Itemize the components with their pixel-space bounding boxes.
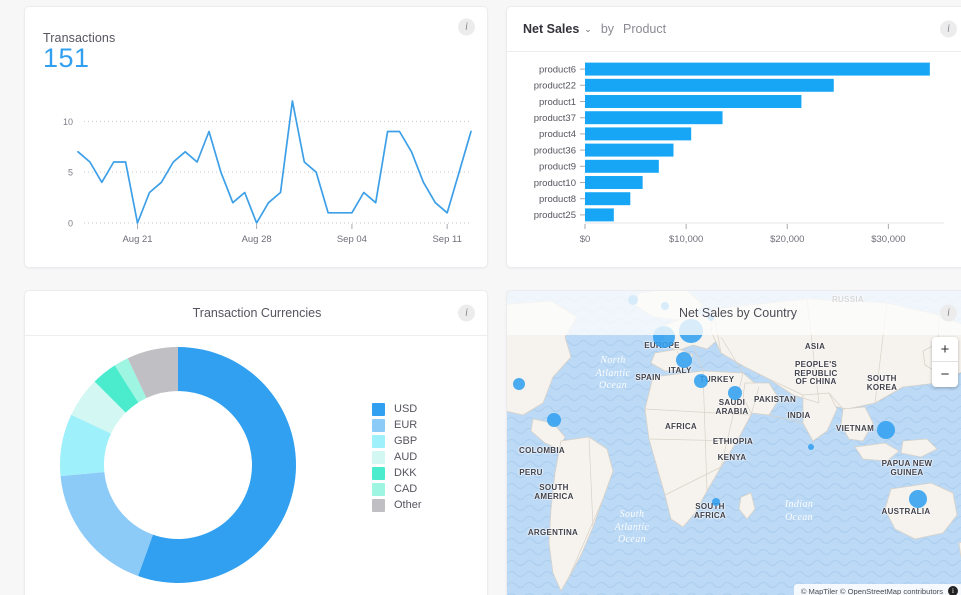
legend-label: Other <box>394 499 422 511</box>
legend-item[interactable]: USD <box>372 401 422 417</box>
map-data-bubble[interactable] <box>909 490 927 508</box>
legend-item[interactable]: Other <box>372 497 422 513</box>
svg-text:product8: product8 <box>539 194 576 205</box>
bar-row[interactable]: product4 <box>539 127 692 141</box>
net-sales-card-header: Net Sales ⌄ by Product i <box>507 7 961 52</box>
bar-chart-svg: $0 $10,000 $20,000 $30,000 product6 product22… <box>534 62 944 245</box>
legend-item[interactable]: DKK <box>372 465 422 481</box>
map-data-bubble[interactable] <box>808 444 814 450</box>
legend-color-swatch <box>372 418 385 432</box>
info-icon[interactable]: i <box>458 18 475 36</box>
world-map-svg[interactable] <box>507 291 961 595</box>
svg-text:product9: product9 <box>539 162 576 173</box>
map-data-bubble[interactable] <box>513 378 525 390</box>
legend-item[interactable]: EUR <box>372 417 422 433</box>
legend-label: EUR <box>394 419 418 431</box>
svg-text:5: 5 <box>68 168 73 178</box>
svg-text:0: 0 <box>68 219 73 229</box>
map-title: Net Sales by Country <box>678 306 798 320</box>
info-icon[interactable]: i <box>948 586 958 595</box>
legend-color-swatch <box>372 498 385 512</box>
map-data-bubble[interactable] <box>547 413 561 427</box>
svg-text:product10: product10 <box>534 178 576 189</box>
svg-text:Aug 21: Aug 21 <box>122 234 152 245</box>
dimension-selector-label[interactable]: Product <box>623 22 666 36</box>
by-label: by <box>600 22 615 36</box>
map-data-bubble[interactable] <box>694 374 708 388</box>
svg-text:product22: product22 <box>534 81 576 92</box>
transaction-currencies-card: Transaction Currencies i USD EUR GBP AUD DKK… <box>24 290 488 595</box>
transactions-card: Transactions i 151 0 5 10 Aug 21 Aug 28 Sep 0… <box>24 6 488 268</box>
legend-color-swatch <box>372 402 385 416</box>
transactions-value: 151 <box>43 43 90 73</box>
legend-item[interactable]: CAD <box>372 481 422 497</box>
legend-item[interactable]: GBP <box>372 433 422 449</box>
map-attribution[interactable]: © MapTiler © OpenStreetMap contributors … <box>793 584 961 595</box>
zoom-in-button[interactable]: + <box>932 337 958 362</box>
info-icon[interactable]: i <box>940 20 957 38</box>
legend-label: DKK <box>394 467 417 479</box>
bar-row[interactable]: product9 <box>539 159 659 173</box>
legend-color-swatch <box>372 466 385 480</box>
bar-row[interactable]: product8 <box>539 192 631 206</box>
legend-item[interactable]: AUD <box>372 449 422 465</box>
bar-row[interactable]: product6 <box>539 62 930 76</box>
bar-row[interactable]: product1 <box>539 95 802 108</box>
legend-color-swatch <box>372 434 385 448</box>
svg-text:Sep 11: Sep 11 <box>432 234 461 245</box>
info-icon[interactable]: i <box>940 304 957 322</box>
transactions-card-header: Transactions i <box>25 7 487 47</box>
donut-chart-svg <box>60 347 296 583</box>
svg-text:product1: product1 <box>539 97 576 108</box>
zoom-out-button[interactable]: − <box>932 362 958 387</box>
map-data-bubble[interactable] <box>676 352 692 368</box>
info-icon[interactable]: i <box>458 304 475 322</box>
legend-label: USD <box>394 403 418 415</box>
net-sales-country-map-card[interactable]: RUSSIAEUROPEASIAITALYSPAINTURKEYPEOPLE'S… <box>506 290 961 595</box>
bar-row[interactable]: product10 <box>534 176 643 189</box>
map-zoom-controls[interactable]: + − <box>932 337 958 387</box>
legend-label: CAD <box>394 483 418 495</box>
legend-color-swatch <box>372 450 385 464</box>
svg-text:product37: product37 <box>534 113 576 124</box>
svg-text:product25: product25 <box>534 210 576 221</box>
svg-text:product36: product36 <box>534 145 576 156</box>
net-sales-product-card: Net Sales ⌄ by Product i $0 $10,000 $20,00… <box>506 6 961 268</box>
metric-selector-label[interactable]: Net Sales <box>523 22 579 36</box>
svg-text:$0: $0 <box>580 234 591 245</box>
svg-text:Sep 04: Sep 04 <box>337 234 367 245</box>
dashboard-grid: Transactions i 151 0 5 10 Aug 21 Aug 28 Sep 0… <box>0 0 961 595</box>
svg-text:$20,000: $20,000 <box>770 234 804 245</box>
currencies-title: Transaction Currencies <box>192 306 322 320</box>
bar-row[interactable]: product37 <box>534 111 723 125</box>
chevron-down-icon[interactable]: ⌄ <box>584 24 592 35</box>
bar-row[interactable]: product25 <box>534 208 614 222</box>
svg-text:product6: product6 <box>539 64 576 75</box>
map-card-header: Net Sales by Country i <box>507 291 961 335</box>
attribution-text: © MapTiler © OpenStreetMap contributors <box>800 586 943 595</box>
legend-label: AUD <box>394 451 418 463</box>
svg-text:$10,000: $10,000 <box>669 234 703 245</box>
donut-legend: USD EUR GBP AUD DKK CAD Other <box>372 401 422 513</box>
svg-text:product4: product4 <box>539 129 576 140</box>
map-data-bubble[interactable] <box>877 421 895 439</box>
svg-text:10: 10 <box>63 117 73 127</box>
net-sales-bar-chart: $0 $10,000 $20,000 $30,000 product6 product22… <box>507 53 961 267</box>
bar-row[interactable]: product36 <box>534 143 674 157</box>
map-data-bubble[interactable] <box>712 498 720 506</box>
svg-text:Aug 28: Aug 28 <box>242 234 272 245</box>
svg-text:$30,000: $30,000 <box>871 234 905 245</box>
transactions-line-chart: 0 5 10 Aug 21 Aug 28 Sep 04 Sep 11 <box>25 83 487 257</box>
bar-row[interactable]: product22 <box>534 78 834 92</box>
legend-color-swatch <box>372 482 385 496</box>
currencies-card-header: Transaction Currencies i <box>25 291 487 336</box>
legend-label: GBP <box>394 435 418 447</box>
map-data-bubble[interactable] <box>728 386 742 400</box>
page-title: Transactions <box>43 31 116 45</box>
line-chart-svg: 0 5 10 Aug 21 Aug 28 Sep 04 Sep 11 <box>63 100 472 245</box>
donut-slice[interactable] <box>60 471 153 577</box>
